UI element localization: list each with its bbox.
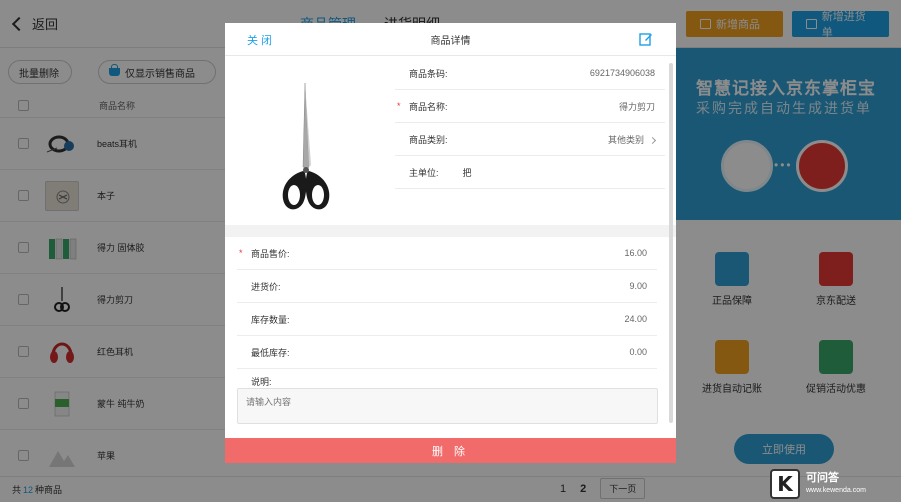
min-stock-label: 最低库存:: [251, 347, 290, 358]
product-image: [225, 57, 395, 225]
min-stock-value: 0.00: [629, 347, 647, 357]
sale-price-row: * 商品售价: 16.00: [237, 237, 657, 270]
purchase-price-value: 9.00: [629, 281, 647, 291]
chevron-right-icon: [648, 136, 657, 144]
purchase-price-row: 进货价: 9.00: [237, 270, 657, 303]
name-label: 商品名称:: [409, 101, 448, 112]
purchase-price-label: 进货价:: [251, 281, 281, 292]
required-marker: *: [397, 101, 401, 111]
modal-scrollbar[interactable]: [669, 63, 673, 423]
stock-row: 库存数量: 24.00: [237, 303, 657, 336]
price-info: * 商品售价: 16.00 进货价: 9.00 库存数量: 24.00 最低库存…: [237, 237, 657, 369]
required-marker: *: [239, 248, 243, 258]
watermark-line1: 可问答: [806, 471, 839, 484]
basic-info: 商品条码: 6921734906038 * 商品名称: 得力剪刀 商品类别: 其…: [395, 57, 665, 189]
modal-header: 关 闭 商品详情: [225, 23, 676, 56]
watermark-line2: www.kewenda.com: [806, 486, 866, 494]
name-row: * 商品名称: 得力剪刀: [395, 90, 665, 123]
product-detail-modal: 关 闭 商品详情 商品条码: 6921734906038 * 商品名称: 得力剪…: [225, 23, 676, 463]
note-input[interactable]: [237, 388, 658, 424]
sale-price-label: 商品售价:: [251, 248, 290, 259]
barcode-row: 商品条码: 6921734906038: [395, 57, 665, 90]
section-divider: [225, 225, 676, 237]
modal-title: 商品详情: [430, 36, 471, 47]
barcode-value: 6921734906038: [589, 68, 655, 78]
edit-icon[interactable]: [639, 32, 653, 46]
delete-button[interactable]: 删 除: [225, 438, 676, 463]
unit-row: 主单位: 把: [395, 156, 665, 189]
site-watermark: K 可问答 www.kewenda.com: [770, 466, 901, 502]
stock-value: 24.00: [624, 314, 647, 324]
category-value: 其他类别: [607, 133, 657, 146]
category-row[interactable]: 商品类别: 其他类别: [395, 123, 665, 156]
min-stock-row: 最低库存: 0.00: [237, 336, 657, 369]
category-label: 商品类别:: [409, 134, 448, 145]
watermark-logo: K: [770, 469, 800, 499]
category-value-text: 其他类别: [607, 134, 644, 145]
watermark-text: 可问答 www.kewenda.com: [806, 471, 866, 496]
unit-label: 主单位:: [409, 167, 439, 178]
barcode-label: 商品条码:: [409, 68, 448, 79]
name-value: 得力剪刀: [618, 101, 655, 112]
note-label: 说明:: [251, 377, 272, 387]
sale-price-value: 16.00: [624, 248, 647, 258]
stock-label: 库存数量:: [251, 314, 290, 325]
unit-value: 把: [462, 167, 472, 178]
